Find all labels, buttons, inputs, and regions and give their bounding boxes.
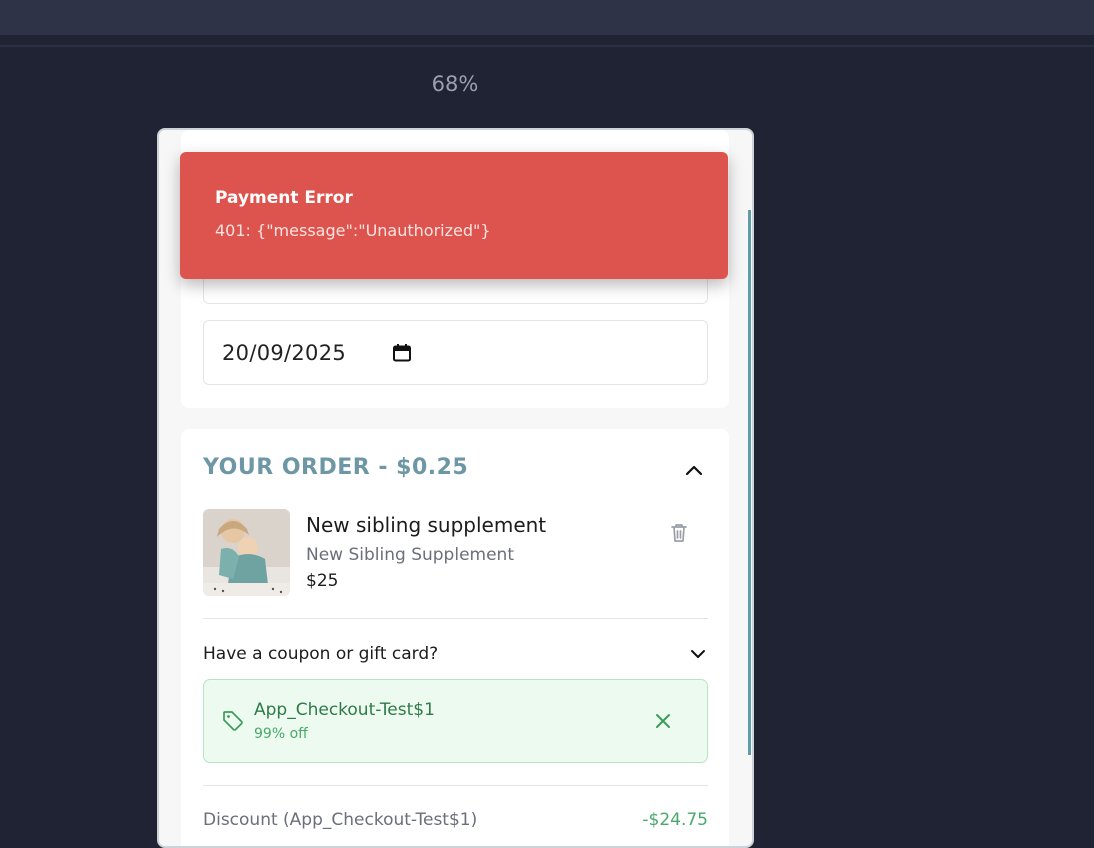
product-price: $25 — [306, 571, 339, 591]
divider — [203, 618, 708, 619]
toast-title: Payment Error — [215, 188, 353, 208]
coupon-discount-percent: 99% off — [254, 726, 308, 742]
toolbar-divider — [0, 45, 1094, 47]
product-subtitle: New Sibling Supplement — [306, 545, 514, 565]
order-title: YOUR ORDER - $0.25 — [203, 455, 469, 480]
calendar-icon[interactable] — [392, 343, 412, 363]
applied-coupon: App_Checkout-Test$1 99% off — [203, 679, 708, 763]
coupon-toggle[interactable]: Have a coupon or gift card? — [203, 641, 708, 667]
chevron-down-icon — [691, 650, 705, 658]
discount-row: Discount (App_Checkout-Test$1) -$24.75 — [203, 810, 708, 830]
coupon-code: App_Checkout-Test$1 — [254, 700, 435, 720]
close-icon[interactable] — [653, 711, 673, 731]
divider — [203, 785, 708, 786]
coupon-toggle-label: Have a coupon or gift card? — [203, 644, 439, 664]
discount-value: -$24.75 — [642, 810, 708, 830]
trash-icon[interactable] — [667, 521, 691, 545]
error-toast: Payment Error 401: {"message":"Unauthori… — [180, 152, 728, 279]
date-value: 20/09/2025 — [222, 340, 347, 365]
chevron-up-icon[interactable] — [683, 459, 705, 481]
order-summary-card: YOUR ORDER - $0.25 New sibling supplemen… — [181, 429, 729, 846]
top-toolbar — [0, 0, 1094, 35]
product-name: New sibling supplement — [306, 513, 547, 537]
zoom-level: 68% — [431, 72, 479, 96]
scrollbar[interactable] — [748, 210, 751, 755]
date-field[interactable]: 20/09/2025 — [203, 320, 708, 385]
discount-label: Discount (App_Checkout-Test$1) — [203, 810, 478, 830]
tag-icon — [223, 711, 243, 731]
product-thumbnail — [203, 509, 290, 596]
toast-message: 401: {"message":"Unauthorized"} — [215, 221, 491, 240]
